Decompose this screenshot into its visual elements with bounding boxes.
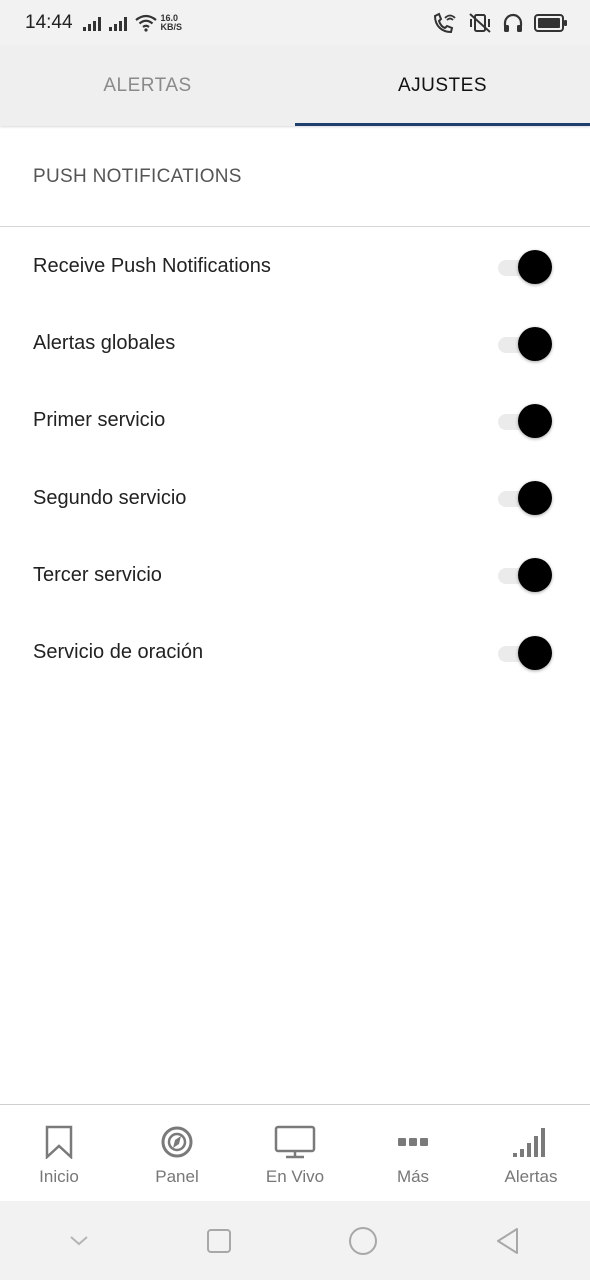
setting-label: Servicio de oración — [33, 641, 204, 664]
recents-button[interactable] — [205, 1227, 233, 1255]
section-header: PUSH NOTIFICATIONS — [0, 127, 590, 227]
signal-icon — [82, 15, 101, 31]
tab-alertas[interactable]: ALERTAS — [0, 46, 295, 126]
setting-label: Alertas globales — [33, 332, 176, 355]
nav-label: Panel — [155, 1167, 199, 1186]
setting-row-receive-push: Receive Push Notifications — [0, 228, 590, 305]
setting-label: Receive Push Notifications — [33, 255, 271, 278]
wifi-calling-icon — [433, 12, 456, 34]
setting-label: Tercer servicio — [33, 563, 162, 586]
status-icons — [432, 12, 568, 34]
more-icon — [398, 1138, 428, 1146]
nav-mas[interactable]: Más — [354, 1105, 472, 1201]
setting-row-primer-servicio: Primer servicio — [0, 382, 590, 459]
tercer-servicio-toggle[interactable] — [496, 558, 552, 593]
segundo-servicio-toggle[interactable] — [496, 481, 552, 516]
chevron-down-icon[interactable] — [67, 1233, 91, 1249]
primer-servicio-toggle[interactable] — [496, 403, 552, 438]
battery-icon — [534, 14, 567, 32]
receive-push-toggle[interactable] — [496, 249, 552, 284]
nav-label: Inicio — [39, 1167, 79, 1186]
bottom-nav: Inicio Panel En Vivo Más Alertas — [0, 1104, 590, 1201]
nav-en-vivo[interactable]: En Vivo — [236, 1105, 354, 1201]
setting-label: Segundo servicio — [33, 486, 187, 509]
nav-panel[interactable]: Panel — [118, 1105, 236, 1201]
wifi-icon — [134, 14, 157, 32]
nav-label: En Vivo — [265, 1167, 325, 1186]
setting-row-tercer-servicio: Tercer servicio — [0, 537, 590, 614]
servicio-oracion-toggle[interactable] — [496, 635, 552, 670]
signal-icon — [108, 15, 127, 31]
speed-unit: KB/S — [160, 22, 183, 32]
setting-label: Primer servicio — [33, 409, 166, 432]
setting-row-alertas-globales: Alertas globales — [0, 305, 590, 382]
setting-row-segundo-servicio: Segundo servicio — [0, 460, 590, 537]
bookmark-icon — [45, 1125, 73, 1159]
system-nav-bar — [0, 1201, 590, 1280]
headphones-icon — [503, 13, 523, 32]
nav-label: Alertas — [504, 1167, 558, 1186]
monitor-icon — [274, 1125, 316, 1159]
alertas-globales-toggle[interactable] — [496, 326, 552, 361]
tab-bar: ALERTAS AJUSTES — [0, 46, 590, 126]
nav-inicio[interactable]: Inicio — [0, 1105, 118, 1201]
setting-row-servicio-oracion: Servicio de oración — [0, 614, 590, 691]
compass-icon — [161, 1126, 193, 1158]
nav-alertas[interactable]: Alertas — [472, 1105, 590, 1201]
nav-label: Más — [396, 1167, 430, 1186]
network-speed: 16.0 KB/S — [161, 14, 183, 32]
back-button[interactable] — [493, 1226, 523, 1256]
tab-ajustes[interactable]: AJUSTES — [295, 46, 590, 126]
settings-list: Receive Push Notifications Alertas globa… — [0, 228, 590, 691]
status-time: 14:44 — [25, 12, 73, 33]
home-button[interactable] — [347, 1225, 379, 1257]
signal-bars-icon — [513, 1128, 545, 1157]
vibrate-off-icon — [469, 13, 491, 33]
section-title: PUSH NOTIFICATIONS — [33, 165, 242, 187]
status-bar: 14:44 16.0 KB/S — [0, 0, 590, 46]
